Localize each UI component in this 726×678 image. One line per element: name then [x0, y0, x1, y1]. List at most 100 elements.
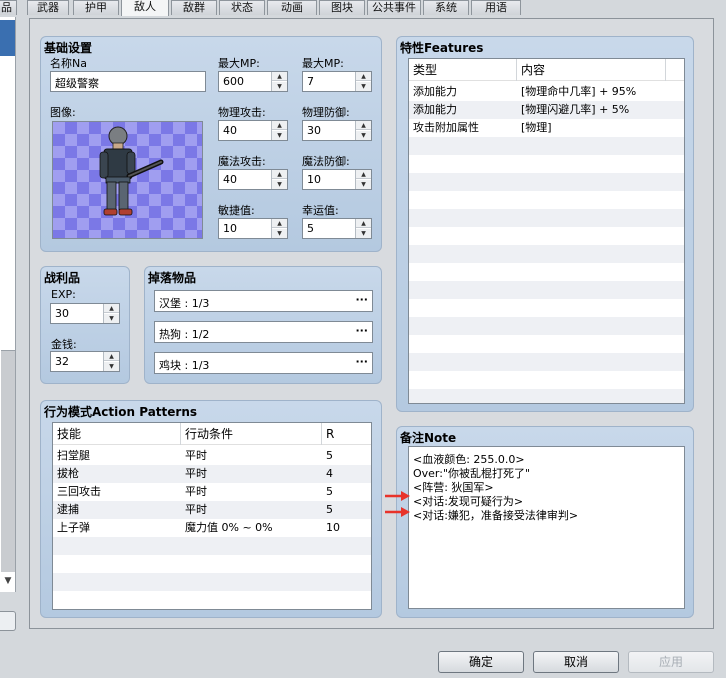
action-patterns-list[interactable]: 技能 行动条件 R 扫堂腿 平时 5 拔枪 平时 4 三回攻击 平时 5 逮捕 …	[52, 422, 372, 610]
stepper-down-icon[interactable]: ▼	[104, 314, 119, 323]
tab-weapons[interactable]: 武器	[27, 0, 69, 15]
table-row-empty[interactable]	[409, 263, 684, 281]
table-row-empty[interactable]	[409, 245, 684, 263]
enemy-image[interactable]	[52, 121, 203, 239]
table-row-empty[interactable]	[409, 173, 684, 191]
table-row[interactable]: 三回攻击 平时 5	[53, 483, 371, 501]
tab-items[interactable]: 品	[0, 0, 17, 15]
stepper-down-icon[interactable]: ▼	[356, 229, 371, 238]
features-group: 特性Features 类型 内容 添加能力 [物理命中几率] + 95% 添加能…	[396, 36, 694, 412]
max-mp-2-stepper[interactable]: 7 ▲ ▼	[302, 71, 372, 92]
feature-content: [物理命中几率] + 95%	[521, 85, 637, 98]
stepper-up-icon[interactable]: ▲	[356, 219, 371, 228]
name-field[interactable]: 超级警察	[50, 71, 206, 92]
column-header-skill[interactable]: 技能	[53, 423, 181, 445]
table-row-empty[interactable]	[409, 281, 684, 299]
column-header-condition[interactable]: 行动条件	[181, 423, 322, 445]
stepper-up-icon[interactable]: ▲	[272, 219, 287, 228]
table-row[interactable]: 攻击附加属性 [物理]	[409, 119, 684, 137]
agility-stepper[interactable]: 10 ▲ ▼	[218, 218, 288, 239]
table-row-empty[interactable]	[53, 591, 371, 609]
cancel-button[interactable]: 取消	[533, 651, 619, 673]
action-condition: 魔力值 0% ~ 0%	[185, 521, 273, 534]
stepper-up-icon[interactable]: ▲	[356, 72, 371, 81]
stepper-up-icon[interactable]: ▲	[104, 352, 119, 361]
table-row[interactable]: 逮捕 平时 5	[53, 501, 371, 519]
ellipsis-icon[interactable]: ···	[355, 324, 368, 337]
physical-attack-stepper[interactable]: 40 ▲ ▼	[218, 120, 288, 141]
note-textarea[interactable]: <血液颜色: 255.0.0> Over:"你被乱棍打死了" <阵营: 狄国军>…	[408, 446, 685, 609]
drop-item-1[interactable]: 汉堡 : 1/3 ···	[154, 290, 373, 312]
apply-button[interactable]: 应用	[628, 651, 714, 673]
stepper-up-icon[interactable]: ▲	[356, 170, 371, 179]
table-row-empty[interactable]	[409, 317, 684, 335]
table-row-empty[interactable]	[409, 389, 684, 403]
column-header-content[interactable]: 内容	[517, 59, 666, 81]
stepper-down-icon[interactable]: ▼	[272, 82, 287, 91]
features-list[interactable]: 类型 内容 添加能力 [物理命中几率] + 95% 添加能力 [物理闪避几率] …	[408, 58, 685, 404]
table-row[interactable]: 拔枪 平时 4	[53, 465, 371, 483]
table-row-empty[interactable]	[53, 537, 371, 555]
ellipsis-icon[interactable]: ···	[355, 293, 368, 306]
stepper-down-icon[interactable]: ▼	[356, 180, 371, 189]
feature-content: [物理]	[521, 121, 552, 134]
scroll-down-icon[interactable]: ▼	[2, 576, 14, 588]
stepper-up-icon[interactable]: ▲	[272, 72, 287, 81]
table-row-empty[interactable]	[409, 353, 684, 371]
gold-stepper[interactable]: 32 ▲ ▼	[50, 351, 120, 372]
stepper-up-icon[interactable]: ▲	[272, 121, 287, 130]
tab-terms[interactable]: 用语	[471, 0, 521, 15]
table-row-empty[interactable]	[409, 227, 684, 245]
drop-item-2[interactable]: 热狗 : 1/2 ···	[154, 321, 373, 343]
table-row-empty[interactable]	[53, 555, 371, 573]
table-row[interactable]: 添加能力 [物理闪避几率] + 5%	[409, 101, 684, 119]
basic-settings-title: 基础设置	[44, 41, 93, 55]
change-maximum-button[interactable]	[0, 611, 16, 631]
tab-armors[interactable]: 护甲	[73, 0, 119, 15]
exp-stepper[interactable]: 30 ▲ ▼	[50, 303, 120, 324]
luck-stepper[interactable]: 5 ▲ ▼	[302, 218, 372, 239]
tab-enemies[interactable]: 敌人	[121, 0, 169, 16]
stepper-up-icon[interactable]: ▲	[272, 170, 287, 179]
ellipsis-icon[interactable]: ···	[355, 355, 368, 368]
table-row-empty[interactable]	[409, 335, 684, 353]
table-row-empty[interactable]	[409, 371, 684, 389]
column-header-type[interactable]: 类型	[409, 59, 517, 81]
stepper-up-icon[interactable]: ▲	[104, 304, 119, 313]
table-row-empty[interactable]	[409, 209, 684, 227]
stepper-down-icon[interactable]: ▼	[272, 131, 287, 140]
enemy-list-selected-item[interactable]	[0, 20, 15, 56]
table-row-empty[interactable]	[409, 191, 684, 209]
tab-troops[interactable]: 敌群	[171, 0, 217, 15]
magic-defense-stepper[interactable]: 10 ▲ ▼	[302, 169, 372, 190]
tab-system[interactable]: 系统	[423, 0, 469, 15]
stepper-down-icon[interactable]: ▼	[272, 229, 287, 238]
stepper-up-icon[interactable]: ▲	[356, 121, 371, 130]
tab-tilesets[interactable]: 图块	[319, 0, 365, 15]
ok-button[interactable]: 确定	[438, 651, 524, 673]
features-title: 特性Features	[400, 41, 484, 55]
stepper-down-icon[interactable]: ▼	[104, 362, 119, 371]
table-row[interactable]: 添加能力 [物理命中几率] + 95%	[409, 83, 684, 101]
table-row[interactable]: 上子弹 魔力值 0% ~ 0% 10	[53, 519, 371, 537]
tab-animations[interactable]: 动画	[267, 0, 317, 15]
table-row-empty[interactable]	[409, 155, 684, 173]
table-row-empty[interactable]	[409, 299, 684, 317]
action-rating: 5	[326, 485, 333, 498]
table-row[interactable]: 扫堂腿 平时 5	[53, 447, 371, 465]
physical-defense-stepper[interactable]: 30 ▲ ▼	[302, 120, 372, 141]
tab-states[interactable]: 状态	[219, 0, 265, 15]
enemy-list-scrollbar[interactable]	[1, 350, 15, 572]
table-row-empty[interactable]	[409, 137, 684, 155]
magic-attack-stepper[interactable]: 40 ▲ ▼	[218, 169, 288, 190]
column-header-rating[interactable]: R	[322, 423, 371, 445]
stepper-down-icon[interactable]: ▼	[356, 131, 371, 140]
stepper-down-icon[interactable]: ▼	[356, 82, 371, 91]
max-mp-stepper[interactable]: 600 ▲ ▼	[218, 71, 288, 92]
drop-item-3[interactable]: 鸡块 : 1/3 ···	[154, 352, 373, 374]
stepper-down-icon[interactable]: ▼	[272, 180, 287, 189]
note-line-5: <对话:嫌犯，准备接受法律审判>	[413, 509, 579, 522]
tab-common-events[interactable]: 公共事件	[367, 0, 421, 15]
arrow-icon	[385, 507, 410, 517]
table-row-empty[interactable]	[53, 573, 371, 591]
